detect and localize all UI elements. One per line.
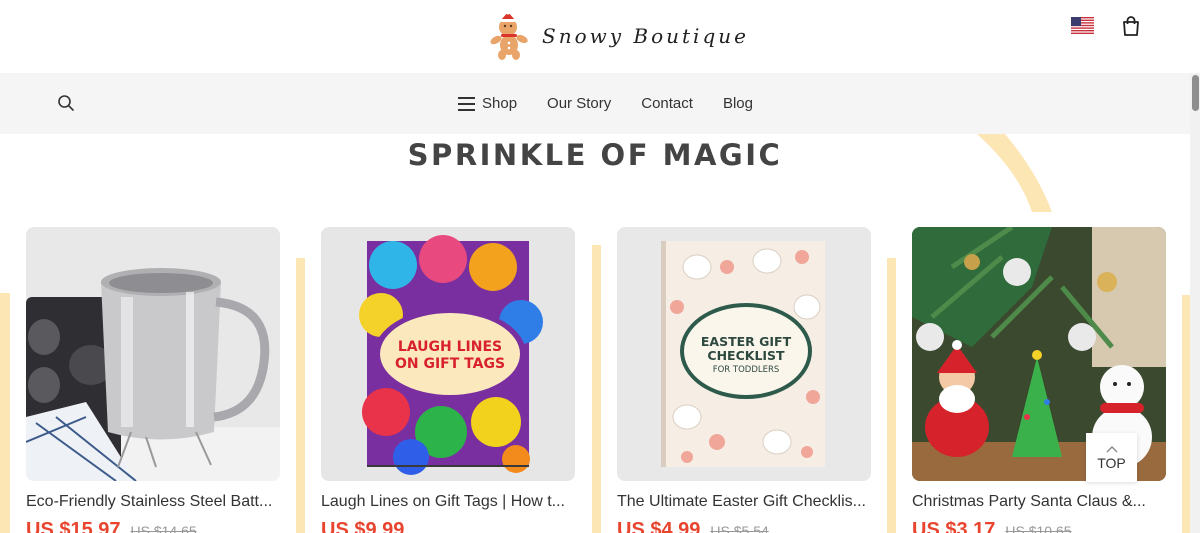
chevron-up-icon [1106,445,1117,452]
brand-logo-link[interactable]: Snowy Boutique [488,12,749,60]
main-nav: Shop Our Story Contact Blog [0,73,1190,134]
nav-item-label: Shop [482,95,518,112]
product-price: US $3.17 US $10.65 [912,519,1166,533]
decorative-stripe [0,293,10,533]
nav-item-label: Contact [641,95,693,112]
product-original-price: US $5.54 [710,523,769,533]
page-scrollbar[interactable] [1190,73,1200,533]
decorative-stripe [592,245,601,533]
book-cover-text: LAUGH LINES [398,339,502,355]
brand-name: Snowy Boutique [542,24,749,48]
book-cover-text: ON GIFT TAGS [395,356,505,372]
product-original-price: US $14.65 [130,523,197,533]
decorative-stripe [887,258,896,533]
product-card[interactable]: Christmas Party Santa Claus &... US $3.1… [912,227,1166,533]
nav-item-shop[interactable]: Shop [458,95,517,112]
nav-item-label: Blog [722,95,753,112]
product-title[interactable]: Christmas Party Santa Claus &... [912,493,1166,511]
product-original-price: US $10.65 [1005,523,1072,533]
product-card[interactable]: Eco-Friendly Stainless Steel Batt... US … [26,227,280,533]
product-card[interactable]: EASTER GIFT CHECKLIST FOR TODDLERS The U… [617,227,871,533]
product-card[interactable]: LAUGH LINES ON GIFT TAGS Laugh Lines on … [321,227,575,533]
nav-item-our-story[interactable]: Our Story [547,95,611,112]
product-sale-price: US $4.99 [617,519,701,533]
nav-item-label: Our Story [547,95,612,112]
us-flag-icon[interactable] [1071,17,1094,34]
product-title[interactable]: The Ultimate Easter Gift Checklis... [617,493,871,511]
nav-item-blog[interactable]: Blog [723,95,753,112]
nav-item-contact[interactable]: Contact [641,95,693,112]
product-title[interactable]: Eco-Friendly Stainless Steel Batt... [26,493,280,511]
product-image[interactable]: EASTER GIFT CHECKLIST FOR TODDLERS [617,227,871,481]
section-title: SPRINKLE OF MAGIC [407,138,783,172]
product-sale-price: US $9.99 [321,519,405,533]
scrollbar-thumb[interactable] [1192,75,1199,111]
product-sale-price: US $15.97 [26,519,121,533]
site-header: Snowy Boutique [0,0,1200,73]
book-cover-text: FOR TODDLERS [713,365,780,375]
decorative-stripe [296,258,305,533]
product-image[interactable] [26,227,280,481]
back-to-top-button[interactable]: TOP [1086,433,1137,482]
product-sale-price: US $3.17 [912,519,996,533]
decorative-stripe [1182,295,1190,533]
search-icon[interactable] [57,94,75,112]
product-image[interactable]: LAUGH LINES ON GIFT TAGS [321,227,575,481]
product-price: US $15.97 US $14.65 [26,519,280,533]
book-cover-text: CHECKLIST [707,348,785,363]
shopping-bag-icon[interactable] [1120,15,1142,37]
product-price: US $4.99 US $5.54 [617,519,871,533]
hamburger-menu-icon [458,96,475,111]
back-to-top-label: TOP [1097,454,1126,471]
gingerbread-man-icon [490,12,528,60]
book-cover-text: EASTER GIFT [701,334,792,349]
product-title[interactable]: Laugh Lines on Gift Tags | How t... [321,493,575,511]
product-price: US $9.99 [321,519,575,533]
